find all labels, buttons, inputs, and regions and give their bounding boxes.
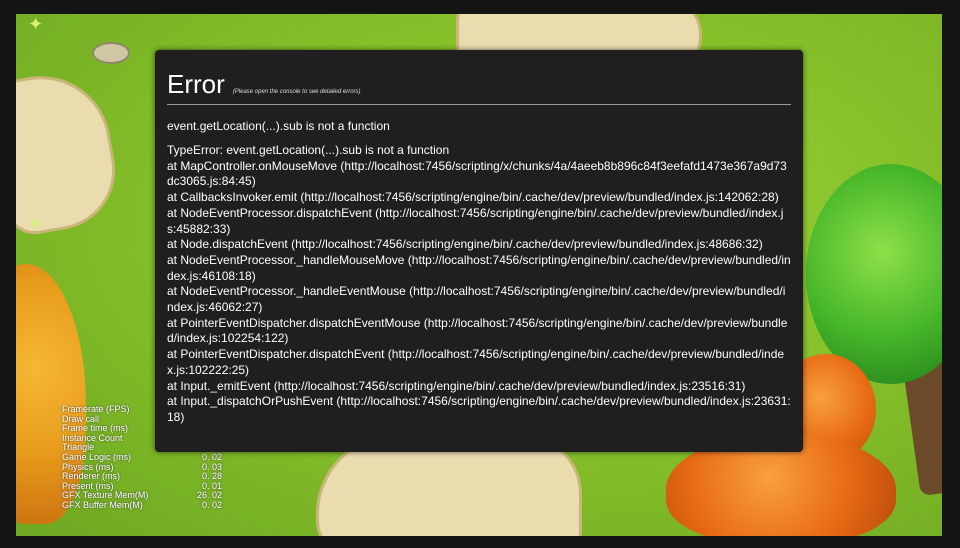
error-stack-trace: TypeError: event.getLocation(...).sub is… xyxy=(167,143,791,426)
dirt-path-left xyxy=(16,65,125,239)
stack-line: at Node.dispatchEvent (http://localhost:… xyxy=(167,237,763,252)
stack-line: at PointerEventDispatcher.dispatchEventM… xyxy=(167,315,788,346)
error-message: event.getLocation(...).sub is not a func… xyxy=(167,119,390,133)
stack-line: at CallbacksInvoker.emit (http://localho… xyxy=(167,190,779,205)
grass-tuft: ✦ xyxy=(28,14,44,34)
grass-tuft: ✦ xyxy=(28,214,44,234)
error-hint: (Please open the console to see detailed… xyxy=(232,89,361,95)
stack-line: at NodeEventProcessor.dispatchEvent (htt… xyxy=(167,205,784,236)
error-title: Error xyxy=(167,69,225,99)
green-tree xyxy=(806,164,942,384)
rock xyxy=(92,42,130,64)
stat-label: GFX Buffer Mem(M) xyxy=(62,499,143,510)
stack-line: at Input._dispatchOrPushEvent (http://lo… xyxy=(167,394,791,424)
error-header: Error (Please open the console to see de… xyxy=(167,68,791,105)
stack-line: at PointerEventDispatcher.dispatchEvent … xyxy=(167,347,785,377)
stack-line: at MapController.onMouseMove (http://loc… xyxy=(167,158,787,189)
stack-line: at NodeEventProcessor._handleEventMouse … xyxy=(167,284,786,315)
stack-line: at NodeEventProcessor._handleMouseMove (… xyxy=(167,252,791,283)
stack-line: TypeError: event.getLocation(...).sub is… xyxy=(167,143,450,157)
stat-value: 0. 02 xyxy=(201,499,222,510)
stack-line: at Input._emitEvent (http://localhost:74… xyxy=(167,378,746,393)
stat-row: GFX Buffer Mem(M) 0. 02 xyxy=(62,499,222,511)
error-dialog: Error (Please open the console to see de… xyxy=(155,50,803,452)
